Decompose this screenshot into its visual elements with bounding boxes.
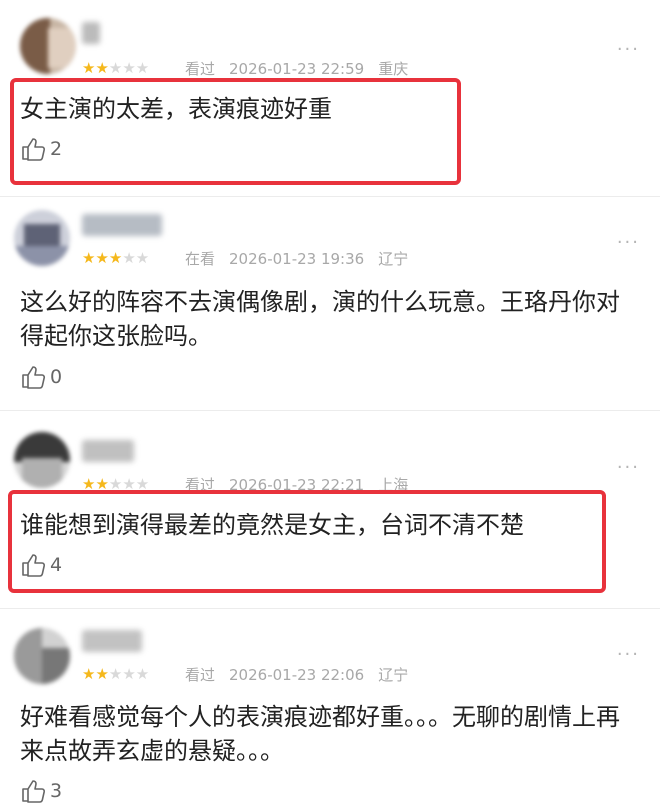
star-icon: ★★★ [108, 59, 150, 77]
comment-meta: 看过 2026-01-23 22:06 辽宁 [185, 666, 422, 684]
comment-text: 好难看感觉每个人的表演痕迹都好重。。。无聊的剧情上再来点故弄玄虚的悬疑。。。 [20, 703, 620, 765]
username[interactable] [82, 214, 162, 236]
like-button[interactable]: 0 [20, 364, 62, 390]
more-icon[interactable]: ··· [617, 459, 640, 477]
like-button[interactable]: 3 [20, 778, 62, 804]
username[interactable] [82, 22, 100, 44]
avatar[interactable] [14, 210, 70, 266]
comment-text: 这么好的阵容不去演偶像剧，演的什么玩意。王珞丹你对得起你这张脸吗。 [20, 288, 620, 350]
thumbs-up-icon [22, 366, 46, 389]
watch-status: 看过 [185, 666, 216, 684]
divider [0, 410, 660, 411]
star-icon: ★★ [82, 59, 109, 77]
avatar[interactable] [14, 432, 70, 488]
highlight-box [10, 78, 461, 185]
divider [0, 196, 660, 197]
watch-status: 看过 [185, 60, 216, 78]
like-count: 3 [50, 780, 63, 802]
highlight-box [8, 490, 606, 593]
more-icon[interactable]: ··· [617, 646, 640, 664]
star-rating: ★★★★★ [82, 60, 149, 76]
star-rating: ★★★★★ [82, 666, 149, 682]
comment-meta: 在看 2026-01-23 19:36 辽宁 [185, 250, 422, 268]
thumbs-up-icon [22, 780, 46, 803]
comment-datetime: 2026-01-23 22:59 [229, 60, 365, 78]
more-icon[interactable]: ··· [617, 234, 640, 252]
avatar[interactable] [20, 18, 76, 74]
star-icon: ★★★ [82, 249, 123, 267]
more-icon[interactable]: ··· [617, 41, 640, 59]
like-count: 0 [50, 366, 63, 388]
star-icon: ★★ [82, 665, 109, 683]
watch-status: 在看 [185, 250, 216, 268]
username[interactable] [82, 630, 142, 652]
avatar[interactable] [14, 628, 70, 684]
star-icon: ★★★ [108, 665, 150, 683]
username[interactable] [82, 440, 134, 462]
star-rating: ★★★★★ [82, 250, 149, 266]
divider [0, 608, 660, 609]
comment-datetime: 2026-01-23 19:36 [229, 250, 365, 268]
comment-meta: 看过 2026-01-23 22:59 重庆 [185, 60, 422, 78]
comment-location: 辽宁 [378, 250, 409, 268]
star-icon: ★★ [122, 249, 150, 267]
comment-location: 重庆 [378, 60, 409, 78]
comment-datetime: 2026-01-23 22:06 [229, 666, 365, 684]
comment-location: 辽宁 [378, 666, 409, 684]
